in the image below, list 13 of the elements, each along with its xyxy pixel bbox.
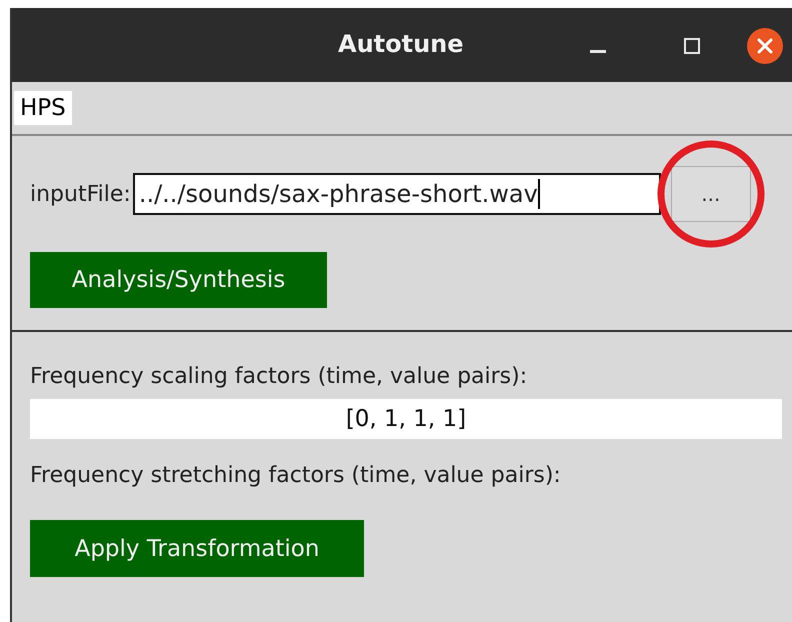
close-icon[interactable] xyxy=(747,28,783,64)
maximize-icon[interactable] xyxy=(684,38,700,54)
stretching-factors-label: Frequency stretching factors (time, value pairs): xyxy=(30,463,562,488)
minimize-icon[interactable] xyxy=(590,50,606,54)
analysis-synthesis-button[interactable]: Analysis/Synthesis xyxy=(30,252,327,308)
scaling-factors-field[interactable]: [0, 1, 1, 1] xyxy=(30,399,782,439)
input-file-field[interactable]: ../../sounds/sax-phrase-short.wav xyxy=(132,173,661,215)
scaling-factors-label: Frequency scaling factors (time, value pairs): xyxy=(30,364,528,389)
window-title: Autotune xyxy=(338,30,464,58)
apply-transformation-button[interactable]: Apply Transformation xyxy=(30,520,364,577)
tab[interactable]: HPS xyxy=(14,91,72,125)
input-file-label: inputFile: xyxy=(30,182,131,206)
browse-button[interactable]: ... xyxy=(670,166,751,222)
